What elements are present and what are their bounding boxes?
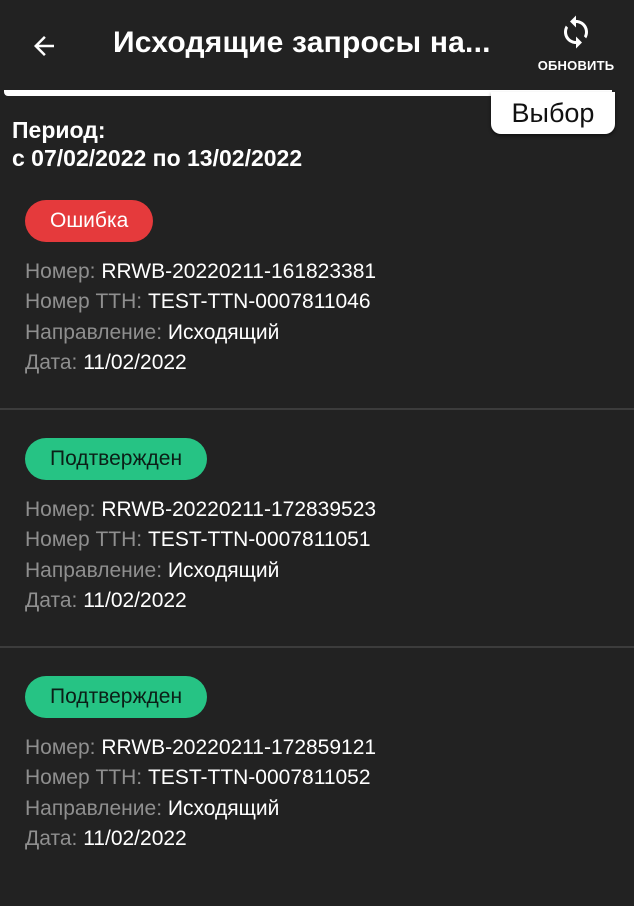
status-badge: Ошибка xyxy=(25,200,154,242)
date-value: 11/02/2022 xyxy=(83,589,187,612)
ttn-row: Номер ТТН: TEST-TTN-0007811052 xyxy=(25,766,371,790)
request-card[interactable]: Подтвержден Номер: RRWB-20220211-1728395… xyxy=(0,410,634,648)
number-label: Номер: xyxy=(25,498,96,521)
date-value: 11/02/2022 xyxy=(83,351,187,374)
direction-label: Направление: xyxy=(25,797,163,820)
direction-value: Исходящий xyxy=(167,797,280,820)
direction-label: Направление: xyxy=(25,559,163,582)
number-row: Номер: RRWB-20220211-172859121 xyxy=(25,736,376,760)
app-bar: Исходящие запросы на... ОБНОВИТЬ xyxy=(0,0,634,92)
status-badge: Подтвержден xyxy=(25,676,208,718)
status-badge: Подтвержден xyxy=(25,438,208,480)
number-value: RRWB-20220211-161823381 xyxy=(101,260,377,283)
period-label: Период: xyxy=(12,117,106,143)
direction-label: Направление: xyxy=(25,321,163,344)
ttn-value: TEST-TTN-0007811051 xyxy=(147,528,371,551)
number-value: RRWB-20220211-172839523 xyxy=(101,498,377,521)
number-label: Номер: xyxy=(25,736,96,759)
number-row: Номер: RRWB-20220211-161823381 xyxy=(25,260,376,284)
direction-row: Направление: Исходящий xyxy=(25,797,279,821)
date-label: Дата: xyxy=(25,589,78,612)
back-button[interactable] xyxy=(22,24,66,68)
select-period-button[interactable]: Выбор xyxy=(491,92,615,134)
refresh-icon xyxy=(564,15,588,49)
date-label: Дата: xyxy=(25,827,78,850)
period-range: с 07/02/2022 по 13/02/2022 xyxy=(12,145,303,171)
refresh-label: ОБНОВИТЬ xyxy=(537,58,615,73)
ttn-label: Номер ТТН: xyxy=(25,766,143,789)
refresh-button[interactable]: ОБНОВИТЬ xyxy=(528,10,624,80)
ttn-value: TEST-TTN-0007811052 xyxy=(147,766,371,789)
ttn-label: Номер ТТН: xyxy=(25,528,143,551)
date-value: 11/02/2022 xyxy=(83,827,187,850)
arrow-back-icon xyxy=(34,36,54,56)
number-row: Номер: RRWB-20220211-172839523 xyxy=(25,498,376,522)
request-list: Ошибка Номер: RRWB-20220211-161823381 Но… xyxy=(0,172,634,884)
page-title: Исходящие запросы на... xyxy=(113,26,491,59)
number-value: RRWB-20220211-172859121 xyxy=(101,736,377,759)
date-row: Дата: 11/02/2022 xyxy=(25,589,187,613)
direction-value: Исходящий xyxy=(167,321,280,344)
ttn-label: Номер ТТН: xyxy=(25,290,143,313)
ttn-value: TEST-TTN-0007811046 xyxy=(147,290,371,313)
request-card[interactable]: Ошибка Номер: RRWB-20220211-161823381 Но… xyxy=(0,172,634,410)
direction-row: Направление: Исходящий xyxy=(25,321,279,345)
request-card[interactable]: Подтвержден Номер: RRWB-20220211-1728591… xyxy=(0,648,634,884)
direction-row: Направление: Исходящий xyxy=(25,559,279,583)
date-label: Дата: xyxy=(25,351,78,374)
date-row: Дата: 11/02/2022 xyxy=(25,351,187,375)
number-label: Номер: xyxy=(25,260,96,283)
ttn-row: Номер ТТН: TEST-TTN-0007811051 xyxy=(25,528,371,552)
date-row: Дата: 11/02/2022 xyxy=(25,827,187,851)
direction-value: Исходящий xyxy=(167,559,280,582)
ttn-row: Номер ТТН: TEST-TTN-0007811046 xyxy=(25,290,371,314)
